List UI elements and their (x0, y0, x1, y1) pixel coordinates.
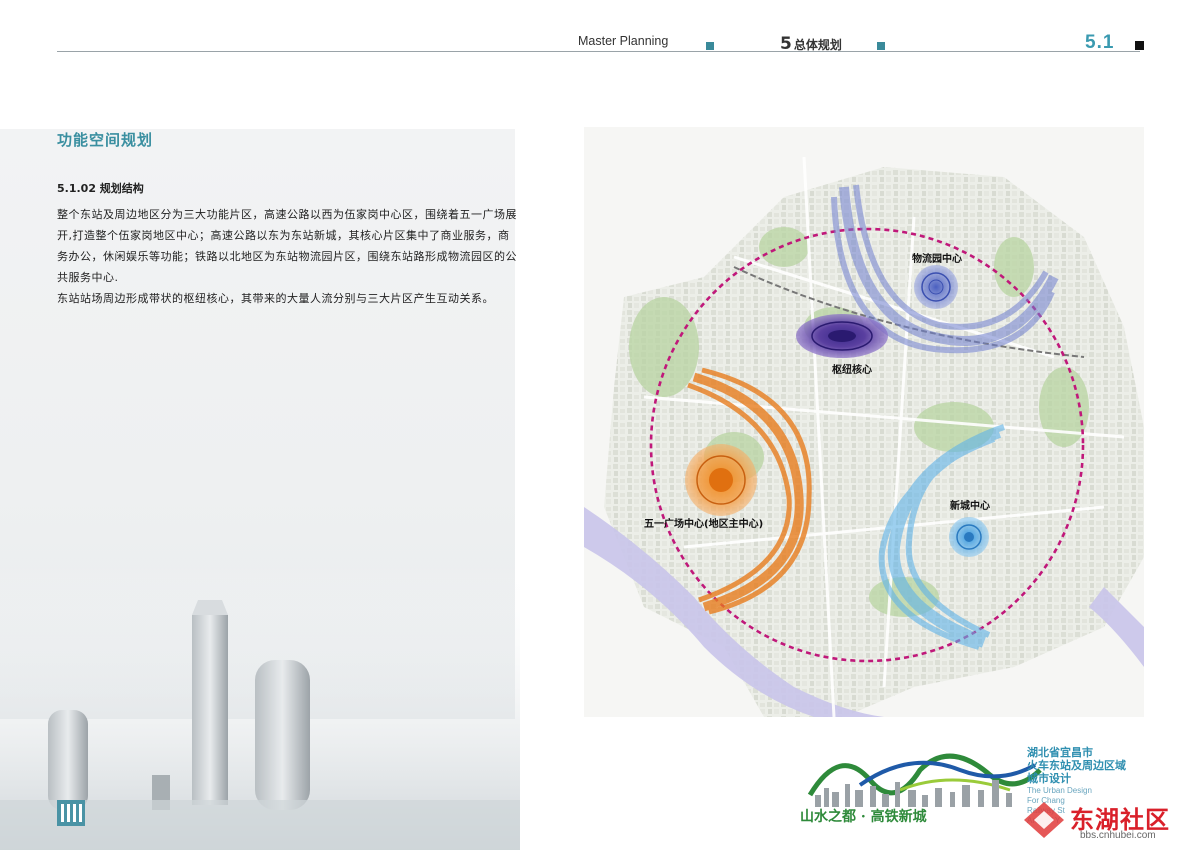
project-title-line: 城市设计 (1027, 772, 1071, 785)
project-title-line: 火车东站及周边区域 (1027, 759, 1126, 772)
header-section-name: 总体规划 (793, 38, 842, 52)
project-title-line: 湖北省宜昌市 (1027, 746, 1093, 759)
sub-title: 5.1.02 规划结构 (57, 182, 144, 195)
header-marker-1 (706, 42, 714, 50)
header-en-title: Master Planning (578, 34, 669, 48)
header-marker-3 (1135, 41, 1144, 50)
section-title: 功能空间规划 (57, 131, 154, 149)
header-section-number: 5 (780, 34, 792, 54)
header-zh-title: 5 总体规划 (780, 34, 842, 54)
label-logistics: 物流园中心 (912, 252, 962, 265)
slogan-text: 山水之都 · 高铁新城 (800, 809, 927, 825)
firm-logo-icon (57, 800, 85, 826)
header-marker-2 (877, 42, 885, 50)
logistics-core (914, 265, 958, 309)
project-title-zh: 湖北省宜昌市 火车东站及周边区域 城市设计 (1027, 746, 1126, 785)
watermark-url: bbs.cnhubei.com (1080, 830, 1156, 841)
label-hub: 枢纽核心 (832, 363, 872, 376)
planning-structure-map: 物流园中心 枢纽核心 五一广场中心(地区主中心) 新城中心 (584, 127, 1144, 717)
paragraph-2: 东站站场周边形成带状的枢纽核心，其带来的大量人流分别与三大片区产生互动关系。 (57, 292, 494, 305)
page-number: 5.1 (1085, 32, 1115, 53)
label-newtown: 新城中心 (950, 499, 990, 512)
project-title-en-line: The Urban Design (1027, 786, 1092, 795)
paragraph-1: 整个东站及周边地区分为三大功能片区，高速公路以西为伍家岗中心区，围绕着五一广场展… (57, 208, 517, 284)
label-wuyi: 五一广场中心(地区主中心) (644, 517, 763, 530)
body-text: 整个东站及周边地区分为三大功能片区，高速公路以西为伍家岗中心区，围绕着五一广场展… (57, 204, 517, 309)
watermark-logo-icon (1024, 802, 1064, 838)
header-rule (57, 51, 1140, 52)
